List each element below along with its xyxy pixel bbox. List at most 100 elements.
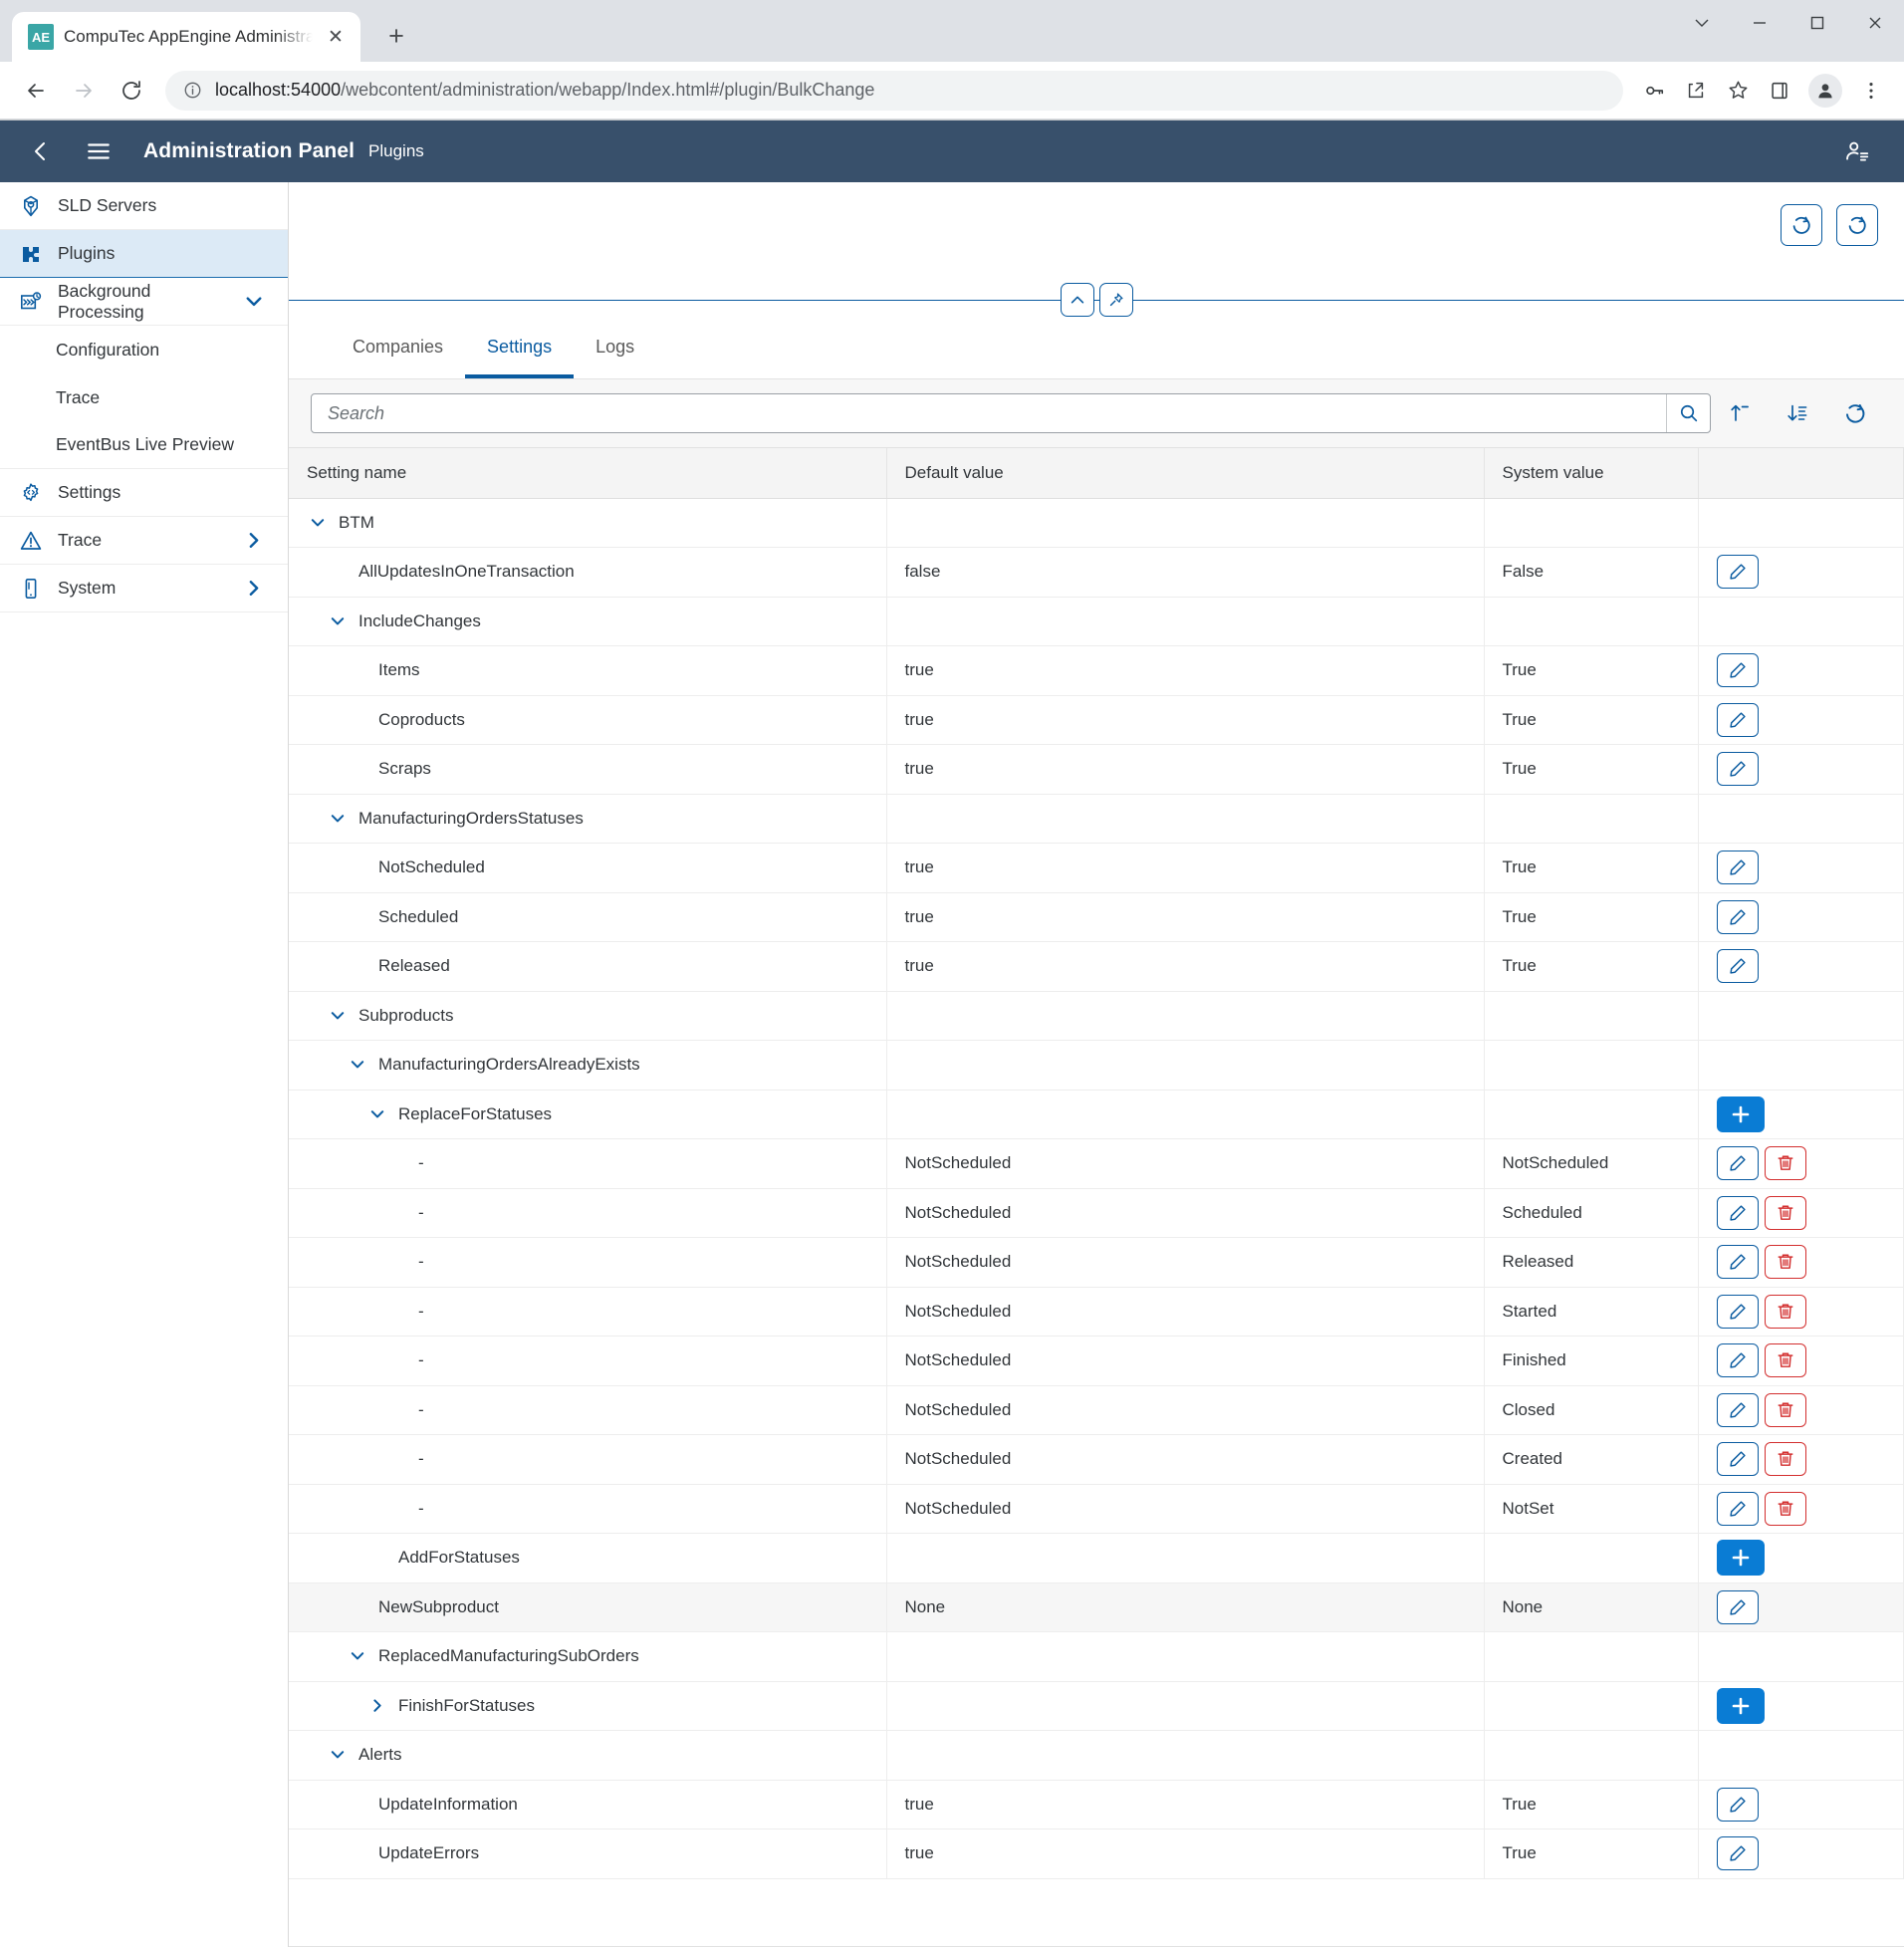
table-row[interactable]: ReleasedtrueTrue xyxy=(289,942,1904,992)
table-row[interactable]: UpdateInformationtrueTrue xyxy=(289,1780,1904,1829)
table-row[interactable]: ReplacedManufacturingSubOrders xyxy=(289,1632,1904,1682)
edit-row-button[interactable] xyxy=(1717,1836,1759,1870)
table-row[interactable]: ManufacturingOrdersStatuses xyxy=(289,794,1904,844)
chevron-down-icon[interactable] xyxy=(327,1006,349,1026)
edit-row-button[interactable] xyxy=(1717,900,1759,934)
collapse-panel-button[interactable] xyxy=(1061,283,1094,317)
back-icon[interactable] xyxy=(14,69,58,113)
search-box[interactable] xyxy=(311,393,1711,433)
chevron-down-icon[interactable] xyxy=(327,1745,349,1765)
edit-row-button[interactable] xyxy=(1717,851,1759,884)
delete-row-button[interactable] xyxy=(1765,1245,1806,1279)
edit-row-button[interactable] xyxy=(1717,1245,1759,1279)
add-row-button[interactable] xyxy=(1717,1540,1765,1576)
delete-row-button[interactable] xyxy=(1765,1343,1806,1377)
chevron-down-icon[interactable] xyxy=(347,1646,368,1666)
sidepanel-icon[interactable] xyxy=(1761,72,1798,110)
forward-icon[interactable] xyxy=(62,69,106,113)
table-row[interactable]: ReplaceForStatuses xyxy=(289,1090,1904,1139)
table-row[interactable]: NotScheduledtrueTrue xyxy=(289,844,1904,893)
table-row[interactable]: Subproducts xyxy=(289,991,1904,1041)
edit-row-button[interactable] xyxy=(1717,703,1759,737)
table-row[interactable]: -NotScheduledReleased xyxy=(289,1238,1904,1288)
edit-row-button[interactable] xyxy=(1717,949,1759,983)
edit-row-button[interactable] xyxy=(1717,1146,1759,1180)
table-row[interactable]: ScrapstrueTrue xyxy=(289,745,1904,795)
sidebar-item-configuration[interactable]: Configuration xyxy=(0,326,288,373)
edit-row-button[interactable] xyxy=(1717,1492,1759,1526)
tab-close-icon[interactable]: ✕ xyxy=(323,24,349,50)
edit-row-button[interactable] xyxy=(1717,653,1759,687)
chevron-down-icon[interactable] xyxy=(327,809,349,829)
new-tab-button[interactable]: + xyxy=(374,14,418,58)
table-row[interactable]: BTM xyxy=(289,498,1904,548)
sidebar-item-system[interactable]: System xyxy=(0,565,288,612)
profile-avatar[interactable] xyxy=(1808,74,1842,108)
table-row[interactable]: ManufacturingOrdersAlreadyExists xyxy=(289,1041,1904,1091)
edit-row-button[interactable] xyxy=(1717,1196,1759,1230)
column-header-actions[interactable] xyxy=(1698,448,1904,498)
search-icon[interactable] xyxy=(1666,394,1710,432)
delete-row-button[interactable] xyxy=(1765,1295,1806,1329)
add-row-button[interactable] xyxy=(1717,1688,1765,1724)
refresh-button-2[interactable] xyxy=(1836,204,1878,246)
back-arrow-icon[interactable] xyxy=(18,128,64,174)
tab-companies[interactable]: Companies xyxy=(331,320,465,378)
table-row[interactable]: UpdateErrorstrueTrue xyxy=(289,1829,1904,1879)
refresh-table-button[interactable] xyxy=(1826,391,1884,435)
chevron-down-icon[interactable] xyxy=(1673,0,1731,46)
delete-row-button[interactable] xyxy=(1765,1393,1806,1427)
collapse-all-button[interactable] xyxy=(1711,391,1769,435)
pin-panel-button[interactable] xyxy=(1099,283,1133,317)
table-row[interactable]: AllUpdatesInOneTransactionfalseFalse xyxy=(289,548,1904,598)
bookmark-star-icon[interactable] xyxy=(1719,72,1757,110)
edit-row-button[interactable] xyxy=(1717,555,1759,589)
table-row[interactable]: -NotScheduledCreated xyxy=(289,1435,1904,1485)
delete-row-button[interactable] xyxy=(1765,1196,1806,1230)
chevron-right-icon[interactable] xyxy=(366,1696,388,1716)
minimize-icon[interactable] xyxy=(1731,0,1788,46)
table-row[interactable]: AddForStatuses xyxy=(289,1534,1904,1583)
edit-row-button[interactable] xyxy=(1717,1442,1759,1476)
chevron-down-icon[interactable] xyxy=(347,1055,368,1075)
table-row[interactable]: -NotScheduledNotSet xyxy=(289,1484,1904,1534)
tab-logs[interactable]: Logs xyxy=(574,320,656,378)
table-row[interactable]: -NotScheduledFinished xyxy=(289,1337,1904,1386)
edit-row-button[interactable] xyxy=(1717,1393,1759,1427)
table-row[interactable]: -NotScheduledScheduled xyxy=(289,1188,1904,1238)
chevron-down-icon[interactable] xyxy=(307,513,329,533)
table-row[interactable]: Alerts xyxy=(289,1731,1904,1781)
browser-menu-icon[interactable] xyxy=(1852,72,1890,110)
refresh-button-1[interactable] xyxy=(1781,204,1822,246)
reload-icon[interactable] xyxy=(110,69,153,113)
table-row[interactable]: FinishForStatuses xyxy=(289,1681,1904,1731)
column-header-default-value[interactable]: Default value xyxy=(886,448,1484,498)
expand-all-button[interactable] xyxy=(1769,391,1826,435)
search-input[interactable] xyxy=(312,394,1666,432)
table-row[interactable]: -NotScheduledStarted xyxy=(289,1287,1904,1337)
table-row[interactable]: ItemstrueTrue xyxy=(289,646,1904,696)
edit-row-button[interactable] xyxy=(1717,1788,1759,1822)
browser-tab[interactable]: AE CompuTec AppEngine Administra ✕ xyxy=(12,12,360,62)
table-row[interactable]: NewSubproductNoneNone xyxy=(289,1582,1904,1632)
table-row[interactable]: -NotScheduledNotScheduled xyxy=(289,1139,1904,1189)
sidebar-item-background-processing[interactable]: Background Processing xyxy=(0,278,288,326)
site-info-icon[interactable] xyxy=(181,80,203,102)
column-header-setting-name[interactable]: Setting name xyxy=(289,448,886,498)
sidebar-item-sld-servers[interactable]: SLD Servers xyxy=(0,182,288,230)
delete-row-button[interactable] xyxy=(1765,1442,1806,1476)
delete-row-button[interactable] xyxy=(1765,1146,1806,1180)
table-row[interactable]: -NotScheduledClosed xyxy=(289,1385,1904,1435)
maximize-icon[interactable] xyxy=(1788,0,1846,46)
add-row-button[interactable] xyxy=(1717,1096,1765,1132)
hamburger-menu-icon[interactable] xyxy=(76,128,121,174)
edit-row-button[interactable] xyxy=(1717,1343,1759,1377)
edit-row-button[interactable] xyxy=(1717,1295,1759,1329)
table-row[interactable]: CoproductstrueTrue xyxy=(289,695,1904,745)
sidebar-item-eventbus-live-preview[interactable]: EventBus Live Preview xyxy=(0,421,288,469)
column-header-system-value[interactable]: System value xyxy=(1484,448,1698,498)
chevron-down-icon[interactable] xyxy=(327,611,349,631)
password-key-icon[interactable] xyxy=(1635,72,1673,110)
table-row[interactable]: ScheduledtrueTrue xyxy=(289,892,1904,942)
sidebar-item-trace[interactable]: Trace xyxy=(0,373,288,421)
